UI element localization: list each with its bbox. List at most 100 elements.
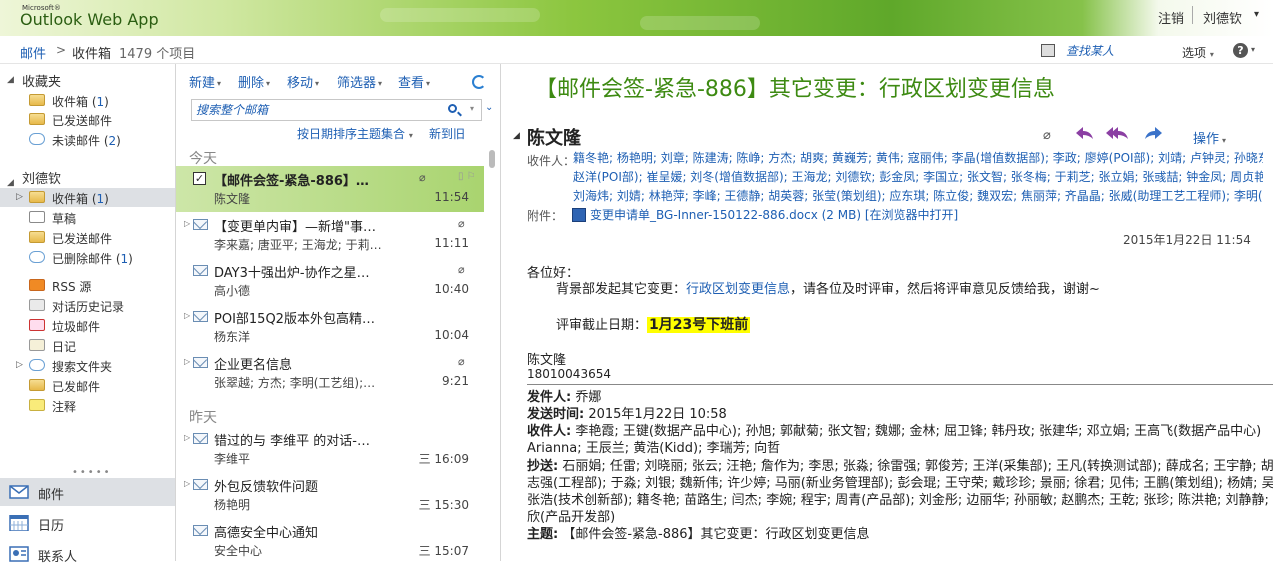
open-in-browser-link[interactable]: [在浏览器中打开] [865, 208, 958, 222]
chevron-right-icon: > [56, 43, 67, 57]
folder-label: 收件箱 (1) [52, 95, 109, 109]
collapse-triangle-icon[interactable]: ◢ [7, 75, 14, 85]
expand-conversation-icon[interactable]: ▷ [184, 219, 190, 228]
collapse-triangle-icon[interactable]: ◢ [513, 131, 520, 141]
chevron-down-icon[interactable]: ▾ [470, 104, 474, 113]
account-header[interactable]: 刘德钦 [22, 168, 61, 187]
folder-conversation-history[interactable]: 对话历史记录 [0, 296, 175, 315]
folder-sent[interactable]: 已发送邮件 [0, 228, 175, 247]
resize-handle[interactable]: ••••• [72, 467, 112, 478]
chevron-down-icon: ▾ [315, 79, 320, 88]
envelope-icon [193, 479, 208, 490]
message-sender: 高小德 [214, 284, 251, 298]
chevron-down-icon: ▾ [378, 79, 383, 88]
message-item[interactable]: ▷ 错过的与 李维平 的对话-… 李维平 三 16:09 [176, 426, 484, 472]
module-contacts[interactable]: 联系人 [0, 540, 175, 568]
help-icon[interactable]: ? [1233, 43, 1248, 58]
delete-button[interactable]: 删除 ▾ [238, 72, 270, 91]
deadline-line: 评审截止日期： 1月23号下班前 [556, 317, 751, 333]
favorite-unread[interactable]: 未读邮件 (2) [0, 130, 175, 149]
folder-inbox[interactable]: ▷ 收件箱 (1) [0, 188, 175, 207]
inbox-folder-icon [29, 94, 45, 106]
sender-name[interactable]: 陈文隆 [527, 124, 581, 150]
module-label: 日历 [38, 519, 65, 534]
reply-all-icon[interactable] [1105, 124, 1131, 142]
sort-order-button[interactable]: 新到旧 [429, 125, 465, 142]
folder-search-folders[interactable]: ▷ 搜索文件夹 [0, 356, 175, 375]
recipient-line[interactable]: 刘海炜; 刘婧; 林艳萍; 李峰; 王德静; 胡英蓉; 张莹(策划组); 应东琪… [573, 187, 1263, 206]
scrollbar-thumb[interactable] [489, 150, 495, 168]
user-menu[interactable]: 刘德钦 [1203, 8, 1242, 27]
expand-triangle-icon[interactable]: ▷ [16, 192, 23, 202]
favorite-sent[interactable]: 已发送邮件 [0, 110, 175, 129]
conversation-history-icon [29, 299, 45, 311]
new-button[interactable]: 新建 ▾ [189, 72, 221, 91]
chevron-down-icon[interactable]: ▾ [1251, 45, 1255, 54]
module-calendar[interactable]: 日历 [0, 509, 175, 537]
reply-icon[interactable] [1074, 124, 1096, 142]
message-item[interactable]: ▷ 企业更名信息 ⌀ 张翠越; 方杰; 李明(工艺组);… 9:21 [176, 350, 484, 396]
expand-conversation-icon[interactable]: ▷ [184, 311, 190, 320]
module-label: 联系人 [38, 550, 78, 565]
favorite-inbox[interactable]: 收件箱 (1) [0, 91, 175, 110]
actions-menu[interactable]: 操作 ▾ [1193, 128, 1226, 147]
folder-rss[interactable]: RSS 源 [0, 276, 175, 295]
chevron-down-icon[interactable]: ▾ [1254, 9, 1259, 20]
checkbox-checked[interactable]: ✓ [193, 172, 206, 185]
attachment-icon: ⌀ [1043, 128, 1051, 143]
refresh-icon[interactable] [472, 75, 486, 89]
message-item[interactable]: ▷ 外包反馈软件问题 杨艳明 三 15:30 [176, 472, 484, 518]
folder-label: 日记 [52, 340, 77, 354]
filter-button[interactable]: 筛选器 ▾ [337, 72, 382, 91]
message-subject: DAY3十强出炉-协作之星… [214, 266, 370, 281]
expand-search-icon[interactable]: ⌄ [485, 102, 493, 113]
expand-conversation-icon[interactable]: ▷ [184, 357, 190, 366]
message-item[interactable]: ✓ 【邮件会签-紧急-886】… ⌀ ▯ ⚐ 陈文隆 11:54 [176, 166, 484, 212]
deleted-items-icon [29, 251, 45, 263]
message-item[interactable]: DAY3十强出炉-协作之星… ⌀ 高小德 10:40 [176, 258, 484, 304]
folder-pane: ◢ 收藏夹 收件箱 (1) 已发送邮件 未读邮件 (2) ◢ 刘德钦 ▷ 收件箱… [0, 64, 176, 565]
chevron-down-icon: ▾ [426, 79, 431, 88]
recipient-line[interactable]: 籍冬艳; 杨艳明; 刘章; 陈建涛; 陈峥; 方杰; 胡爽; 黄巍芳; 黄伟; … [573, 149, 1263, 168]
view-button[interactable]: 查看 ▾ [398, 72, 430, 91]
envelope-icon [193, 311, 208, 322]
search-icon[interactable] [448, 104, 457, 113]
module-mail[interactable]: 邮件 [0, 478, 175, 506]
folder-journal[interactable]: 日记 [0, 336, 175, 355]
options-menu[interactable]: 选项 ▾ [1182, 44, 1214, 61]
flag-icon[interactable]: ▯ ⚐ [458, 171, 476, 182]
find-someone-link[interactable]: 查找某人 [1066, 42, 1114, 59]
body-link[interactable]: 行政区划变更信息 [686, 282, 790, 297]
folder-deleted[interactable]: 已删除邮件 (1) [0, 248, 175, 267]
folder-drafts[interactable]: 草稿 [0, 208, 175, 227]
address-book-icon[interactable] [1041, 44, 1055, 57]
signout-link[interactable]: 注销 [1158, 8, 1184, 27]
breadcrumb-mail[interactable]: 邮件 [20, 43, 46, 62]
mail-icon [9, 485, 29, 499]
message-time: 10:04 [434, 328, 469, 342]
scrollbar[interactable] [487, 148, 496, 561]
folder-label: 垃圾邮件 [52, 320, 101, 334]
search-box: ▾ [191, 99, 482, 121]
expand-conversation-icon[interactable]: ▷ [184, 433, 190, 442]
signature-phone: 18010043654 [527, 367, 611, 381]
forward-icon[interactable] [1142, 124, 1164, 142]
folder-junk[interactable]: 垃圾邮件 [0, 316, 175, 335]
search-input[interactable] [192, 100, 432, 120]
message-item[interactable]: ▷ 【变更单内审】—新增"事… ⌀ 李来嘉; 唐亚平; 王海龙; 于莉… 11:… [176, 212, 484, 258]
favorites-header[interactable]: 收藏夹 [22, 71, 61, 90]
message-item[interactable]: ▷ POI部15Q2版本外包高精… 杨东洋 10:04 [176, 304, 484, 350]
attachment-link[interactable]: 变更申请单_BG-Inner-150122-886.docx (2 MB) [在… [590, 206, 958, 223]
sort-by-button[interactable]: 按日期排序主题集合 ▾ [297, 125, 413, 142]
recipient-line[interactable]: 赵洋(POI部); 崔呈媛; 刘冬(增值数据部); 王海龙; 刘德钦; 彭金凤;… [573, 168, 1263, 187]
folder-notes[interactable]: 注释 [0, 396, 175, 415]
quoted-to-cont: Arianna; 王辰兰; 黄浩(Kidd); 李瑞芳; 向哲 [527, 441, 781, 456]
attachment-name[interactable]: 变更申请单_BG-Inner-150122-886.docx (2 MB) [590, 208, 861, 222]
folder-sent-mail[interactable]: 已发邮件 [0, 376, 175, 395]
move-button[interactable]: 移动 ▾ [287, 72, 319, 91]
expand-conversation-icon[interactable]: ▷ [184, 479, 190, 488]
collapse-triangle-icon[interactable]: ◢ [7, 178, 14, 188]
message-item[interactable]: 高德安全中心通知 安全中心 三 15:07 [176, 518, 484, 564]
message-subject: 外包反馈软件问题 [214, 480, 319, 495]
expand-triangle-icon[interactable]: ▷ [16, 360, 23, 370]
